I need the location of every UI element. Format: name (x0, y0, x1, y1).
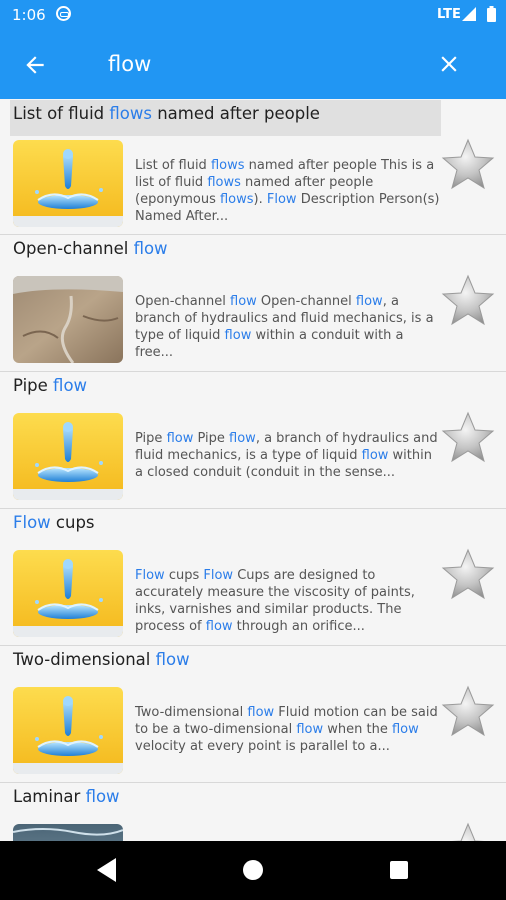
result-title: Two-dimensional flow (13, 650, 190, 669)
system-navigation-bar (0, 841, 506, 900)
result-snippet: List of fluid flows named after people T… (135, 158, 440, 224)
status-bar: 1:06 LTE (0, 0, 506, 30)
result-item[interactable]: Pipe flow Pipe flow Pipe flow, a branch … (0, 372, 506, 509)
fluid-drop-thumbnail (13, 140, 123, 227)
clock: 1:06 (12, 6, 46, 24)
search-results-list[interactable]: List of fluid flows named after people L… (0, 99, 506, 841)
favorite-star-icon[interactable] (440, 274, 496, 330)
result-item[interactable]: Open-channel flow Open-channel flow Open… (0, 235, 506, 372)
fluid-drop-thumbnail (13, 413, 123, 500)
arrow-left-icon[interactable] (22, 52, 48, 78)
result-title: Pipe flow (13, 376, 88, 395)
result-item[interactable]: List of fluid flows named after people L… (0, 99, 506, 235)
favorite-star-icon[interactable] (440, 548, 496, 604)
search-app-bar: flow (0, 30, 506, 99)
result-item[interactable]: Flow cups Flow cups Flow Cups are design… (0, 509, 506, 646)
favorite-star-icon[interactable] (440, 822, 496, 841)
result-item[interactable]: Laminar flow (0, 783, 506, 841)
result-title: Laminar flow (13, 787, 120, 806)
favorite-star-icon[interactable] (440, 138, 496, 194)
landscape-thumbnail (13, 276, 123, 363)
search-input[interactable]: flow (108, 52, 151, 76)
do-not-disturb-icon (56, 6, 71, 21)
result-title: Flow cups (13, 513, 95, 532)
signal-icon (462, 7, 476, 21)
favorite-star-icon[interactable] (440, 685, 496, 741)
result-item[interactable]: Two-dimensional flow Two-dimensional flo… (0, 646, 506, 783)
favorite-star-icon[interactable] (440, 411, 496, 467)
result-snippet: Two-dimensional flow Fluid motion can be… (135, 705, 438, 754)
result-title: List of fluid flows named after people (10, 100, 441, 136)
water-thumbnail (13, 824, 123, 841)
recents-square-icon[interactable] (389, 860, 409, 880)
result-snippet: Open-channel flow Open-channel flow, a b… (135, 294, 434, 360)
battery-icon (487, 6, 496, 22)
home-circle-icon[interactable] (242, 859, 264, 881)
result-snippet: Pipe flow Pipe flow, a branch of hydraul… (135, 431, 438, 480)
network-type: LTE (437, 7, 461, 22)
fluid-drop-thumbnail (13, 687, 123, 774)
close-icon[interactable] (436, 51, 462, 77)
back-triangle-icon[interactable] (96, 857, 118, 883)
result-snippet: Flow cups Flow Cups are designed to accu… (135, 568, 415, 634)
fluid-drop-thumbnail (13, 550, 123, 637)
result-title: Open-channel flow (13, 239, 168, 258)
